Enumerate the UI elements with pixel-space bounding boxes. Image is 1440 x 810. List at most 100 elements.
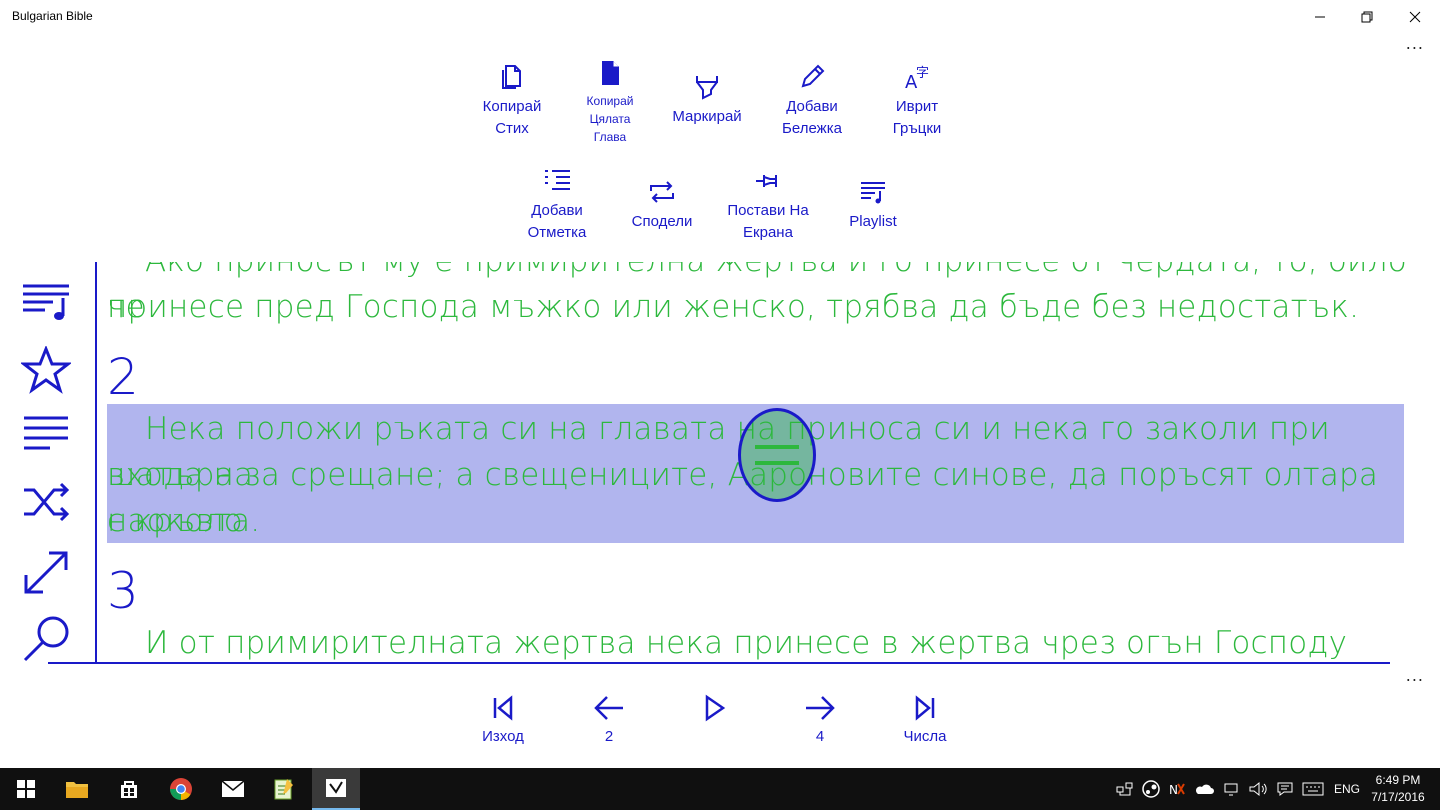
playlist-icon	[861, 182, 885, 204]
taskbar-notepad[interactable]	[260, 768, 308, 810]
close-button[interactable]	[1392, 0, 1438, 34]
sidebar-playlist-button[interactable]	[20, 278, 72, 326]
windows-start-icon	[17, 780, 35, 798]
onedrive-icon[interactable]	[1194, 782, 1214, 796]
verse-1-line-2: принесе пред Господа мъжко или женско, т…	[107, 289, 1360, 325]
skip-back-icon	[493, 695, 513, 721]
add-bookmark-label: Добави Отметка	[527, 202, 587, 241]
hebrew-greek-button[interactable]: A字 Иврит Гръцки	[867, 62, 967, 140]
bible-app-icon	[326, 779, 346, 797]
selection-handle[interactable]	[738, 408, 816, 502]
arrow-right-icon	[806, 696, 835, 720]
sidebar-search-button[interactable]	[20, 614, 72, 662]
taskbar-mail[interactable]	[209, 768, 257, 810]
copy-verse-label: Копирай Стих	[482, 98, 542, 137]
copy-chapter-button[interactable]: Копирай Цялата Глава	[560, 58, 660, 146]
more-options-bottom[interactable]: ...	[1406, 666, 1424, 685]
notepad-icon	[274, 779, 293, 800]
add-note-label: Добави Бележка	[782, 98, 842, 137]
verse-3-line-1: И от примирителната жертва нека принесе …	[145, 625, 1348, 661]
share-icon	[650, 181, 674, 203]
sidebar-favorites-button[interactable]	[20, 346, 72, 394]
list-icon	[24, 416, 68, 450]
sidebar-list-button[interactable]	[20, 408, 72, 456]
store-icon	[121, 781, 137, 798]
network-icon[interactable]	[1116, 781, 1134, 797]
bookmark-list-icon	[545, 170, 570, 190]
clock-time: 6:49 PM	[1375, 773, 1421, 787]
keyboard-icon[interactable]	[1302, 782, 1324, 796]
handle-bar-bottom	[755, 461, 799, 465]
pin-to-start-button[interactable]: Постави На Екрана	[718, 166, 818, 244]
minimize-icon	[1315, 16, 1325, 18]
verse-2-line-3[interactable]: с кръвта.	[107, 498, 260, 544]
language-indicator[interactable]: ENG	[1334, 782, 1360, 796]
restore-icon	[1361, 11, 1373, 23]
next-book-label: Числа	[903, 728, 947, 745]
expand-icon	[24, 551, 68, 594]
arrow-left-icon	[594, 696, 623, 720]
playlist-button[interactable]: Playlist	[823, 177, 923, 233]
steam-icon[interactable]	[1142, 780, 1160, 798]
skip-forward-icon	[915, 695, 935, 721]
title-bar: Bulgarian Bible	[0, 0, 1440, 34]
previous-chapter-button[interactable]: 2	[564, 692, 654, 746]
verse-number-3[interactable]: 3	[107, 562, 139, 620]
previous-chapter-label: 2	[604, 728, 614, 745]
search-icon	[23, 616, 69, 662]
pin-to-start-label: Постави На Екрана	[727, 202, 809, 241]
share-button[interactable]: Сподели	[612, 177, 712, 233]
taskbar-chrome[interactable]	[157, 768, 205, 810]
taskbar: N ENG 6:49 PM 7/17/2016	[0, 768, 1440, 810]
copy-chapter-label: Копирай Цялата Глава	[586, 94, 634, 144]
system-tray: N ENG	[1116, 768, 1360, 810]
next-chapter-label: 4	[815, 728, 825, 745]
exit-label: Изход	[482, 728, 524, 745]
svg-text:N: N	[1169, 783, 1178, 797]
taskbar-file-explorer[interactable]	[53, 768, 101, 810]
more-options-top[interactable]: ...	[1406, 34, 1424, 53]
clock[interactable]: 6:49 PM 7/17/2016	[1366, 772, 1430, 806]
document-icon	[602, 61, 619, 85]
playlist-icon	[23, 284, 69, 320]
add-bookmark-button[interactable]: Добави Отметка	[507, 166, 607, 244]
start-button[interactable]	[2, 768, 50, 810]
copy-verse-button[interactable]: Копирай Стих	[462, 62, 562, 140]
highlighter-icon	[696, 76, 718, 100]
mail-icon	[221, 780, 245, 797]
pencil-icon	[801, 64, 825, 88]
minimize-button[interactable]	[1297, 0, 1343, 34]
play-button[interactable]	[669, 692, 759, 746]
reading-pane[interactable]: Ако приносът му е примирителна жертва и …	[97, 262, 1417, 662]
volume-icon[interactable]	[1248, 781, 1268, 797]
copy-icon	[502, 65, 521, 89]
chrome-icon	[170, 778, 192, 800]
svg-text:字: 字	[916, 66, 929, 81]
share-label: Сподели	[631, 213, 693, 230]
exit-button[interactable]: Изход	[458, 692, 548, 746]
onenote-icon[interactable]: N	[1168, 780, 1186, 798]
taskbar-store[interactable]	[105, 768, 153, 810]
sidebar-shuffle-button[interactable]	[20, 478, 72, 526]
add-note-button[interactable]: Добави Бележка	[762, 62, 862, 140]
tray-overflow-icon[interactable]	[1222, 781, 1240, 797]
restore-button[interactable]	[1344, 0, 1390, 34]
next-book-button[interactable]: Числа	[880, 692, 970, 746]
verse-number-2[interactable]: 2	[107, 348, 139, 406]
close-icon	[1409, 11, 1421, 23]
playlist-label: Playlist	[849, 213, 897, 230]
sidebar	[0, 262, 95, 664]
taskbar-bible-app[interactable]	[312, 768, 360, 810]
hebrew-greek-label: Иврит Гръцки	[892, 98, 942, 137]
highlight-button[interactable]: Маркирай	[657, 72, 757, 128]
bottom-divider	[48, 662, 1390, 664]
action-center-icon[interactable]	[1276, 781, 1294, 797]
play-icon	[705, 694, 726, 722]
file-explorer-icon	[66, 782, 88, 798]
shuffle-icon	[24, 482, 70, 522]
star-icon	[21, 346, 71, 394]
app-title: Bulgarian Bible	[12, 9, 93, 23]
sidebar-expand-button[interactable]	[20, 548, 72, 596]
highlight-label: Маркирай	[672, 108, 742, 125]
next-chapter-button[interactable]: 4	[775, 692, 865, 746]
